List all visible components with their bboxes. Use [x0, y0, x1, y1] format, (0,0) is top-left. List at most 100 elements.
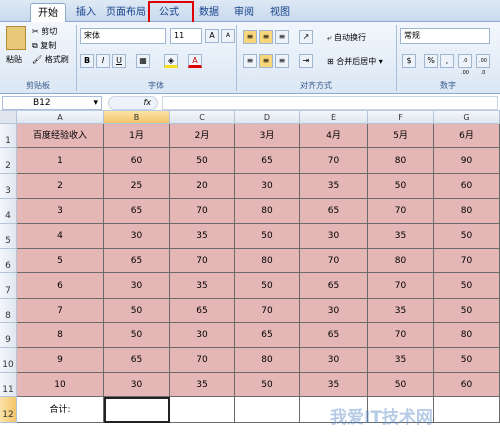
cell-b3[interactable]: 25 [104, 174, 170, 199]
tab-page-layout[interactable]: 页面布局 [104, 3, 148, 22]
align-center-icon[interactable]: ≡ [259, 54, 273, 68]
cell-a10[interactable]: 9 [17, 348, 104, 373]
cell-g8[interactable]: 50 [434, 299, 500, 323]
row-header-5[interactable]: 5 [0, 224, 17, 249]
font-name-select[interactable]: 宋体 [80, 28, 166, 44]
cell-a12[interactable]: 合计: [17, 397, 104, 423]
cell-e4[interactable]: 65 [300, 199, 368, 224]
cell-g12[interactable] [434, 397, 500, 423]
cell-e6[interactable]: 70 [300, 249, 368, 273]
cell-f5[interactable]: 35 [368, 224, 434, 249]
align-top-icon[interactable]: ≡ [243, 30, 257, 44]
cell-f10[interactable]: 35 [368, 348, 434, 373]
tab-review[interactable]: 审阅 [228, 3, 260, 22]
column-header-e[interactable]: E [300, 111, 368, 124]
cell-e2[interactable]: 70 [300, 148, 368, 174]
cell-g10[interactable]: 50 [434, 348, 500, 373]
row-header-4[interactable]: 4 [0, 199, 17, 224]
row-header-7[interactable]: 7 [0, 273, 17, 299]
cell-g7[interactable]: 50 [434, 273, 500, 299]
paste-button[interactable]: 粘贴 [6, 54, 22, 66]
row-header-3[interactable]: 3 [0, 174, 17, 199]
cell-g3[interactable]: 60 [434, 174, 500, 199]
cell-f4[interactable]: 70 [368, 199, 434, 224]
cell-c6[interactable]: 70 [170, 249, 235, 273]
cell-c1[interactable]: 2月 [170, 124, 235, 148]
cell-b12[interactable] [104, 397, 170, 423]
row-header-1[interactable]: 1 [0, 124, 17, 148]
chevron-down-icon[interactable]: ▾ [93, 97, 98, 109]
cell-e3[interactable]: 35 [300, 174, 368, 199]
percent-button[interactable]: % [424, 54, 438, 68]
cell-a3[interactable]: 2 [17, 174, 104, 199]
cell-c5[interactable]: 35 [170, 224, 235, 249]
select-all-corner[interactable] [0, 111, 17, 124]
cell-a1[interactable]: 百度经验收入 [17, 124, 104, 148]
cell-f6[interactable]: 80 [368, 249, 434, 273]
cell-c11[interactable]: 35 [170, 373, 235, 397]
fill-color-icon[interactable]: ◈ [164, 54, 178, 68]
cell-b11[interactable]: 30 [104, 373, 170, 397]
cell-a2[interactable]: 1 [17, 148, 104, 174]
cell-b9[interactable]: 50 [104, 323, 170, 348]
cell-e7[interactable]: 65 [300, 273, 368, 299]
cell-b5[interactable]: 30 [104, 224, 170, 249]
column-header-a[interactable]: A [17, 111, 104, 124]
insert-function-button[interactable]: fx [108, 96, 158, 110]
cell-b10[interactable]: 65 [104, 348, 170, 373]
cell-b8[interactable]: 50 [104, 299, 170, 323]
align-middle-icon[interactable]: ≡ [259, 30, 273, 44]
italic-button[interactable]: I [96, 54, 110, 68]
align-left-icon[interactable]: ≡ [243, 54, 257, 68]
cell-c7[interactable]: 35 [170, 273, 235, 299]
row-header-12[interactable]: 12 [0, 397, 17, 423]
merge-center-button[interactable]: ⊞ 合并后居中 ▾ [327, 56, 383, 68]
cell-b1[interactable]: 1月 [104, 124, 170, 148]
cell-c8[interactable]: 65 [170, 299, 235, 323]
cell-g2[interactable]: 90 [434, 148, 500, 174]
cell-e1[interactable]: 4月 [300, 124, 368, 148]
border-icon[interactable]: ▦ [136, 54, 150, 68]
underline-button[interactable]: U [112, 54, 126, 68]
cell-d8[interactable]: 70 [235, 299, 300, 323]
cell-a6[interactable]: 5 [17, 249, 104, 273]
bold-button[interactable]: B [80, 54, 94, 68]
cell-b6[interactable]: 65 [104, 249, 170, 273]
cell-d3[interactable]: 30 [235, 174, 300, 199]
cell-f9[interactable]: 70 [368, 323, 434, 348]
cell-d5[interactable]: 50 [235, 224, 300, 249]
cell-d11[interactable]: 50 [235, 373, 300, 397]
column-header-d[interactable]: D [235, 111, 300, 124]
cell-d12[interactable] [235, 397, 300, 423]
tab-home[interactable]: 开始 [30, 3, 66, 23]
cell-d6[interactable]: 80 [235, 249, 300, 273]
column-header-g[interactable]: G [434, 111, 500, 124]
cell-d2[interactable]: 65 [235, 148, 300, 174]
cell-d9[interactable]: 65 [235, 323, 300, 348]
cell-d1[interactable]: 3月 [235, 124, 300, 148]
align-bottom-icon[interactable]: ≡ [275, 30, 289, 44]
indent-icon[interactable]: ⇥ [299, 54, 313, 68]
decrease-decimal-button[interactable]: .00 .0 [476, 54, 490, 76]
cell-a9[interactable]: 8 [17, 323, 104, 348]
tab-data[interactable]: 数据 [193, 3, 225, 22]
cell-c2[interactable]: 50 [170, 148, 235, 174]
cell-f11[interactable]: 50 [368, 373, 434, 397]
copy-button[interactable]: ⧉ 复制 [32, 40, 56, 52]
cell-d4[interactable]: 80 [235, 199, 300, 224]
cell-c10[interactable]: 70 [170, 348, 235, 373]
tab-insert[interactable]: 插入 [70, 3, 102, 22]
font-color-button[interactable]: A [188, 54, 202, 68]
cell-g11[interactable]: 60 [434, 373, 500, 397]
row-header-10[interactable]: 10 [0, 348, 17, 373]
cell-d7[interactable]: 50 [235, 273, 300, 299]
grow-font-button[interactable]: A [205, 29, 219, 43]
cell-c4[interactable]: 70 [170, 199, 235, 224]
cell-e11[interactable]: 35 [300, 373, 368, 397]
align-right-icon[interactable]: ≡ [275, 54, 289, 68]
cell-e5[interactable]: 30 [300, 224, 368, 249]
cell-f2[interactable]: 80 [368, 148, 434, 174]
cell-a7[interactable]: 6 [17, 273, 104, 299]
row-header-9[interactable]: 9 [0, 323, 17, 348]
cell-b4[interactable]: 65 [104, 199, 170, 224]
